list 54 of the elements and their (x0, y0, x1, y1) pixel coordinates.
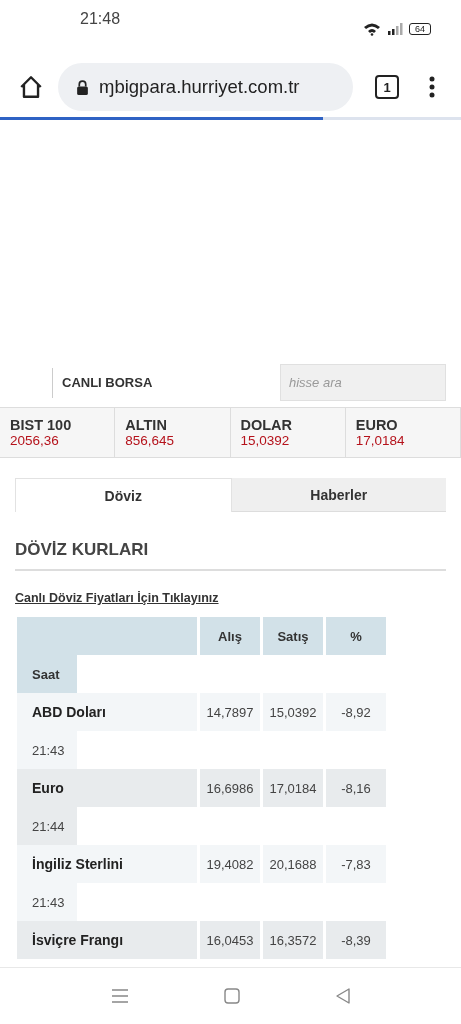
ticker-value: 17,0184 (355, 433, 406, 448)
ticker-value: 2056,36 (10, 433, 60, 448)
table-cell: 19,4082 (200, 845, 260, 883)
column-header: Satış (263, 617, 323, 655)
table-cell: 16,0453 (200, 921, 260, 959)
time-cell: 21:44 (17, 807, 77, 845)
tab[interactable]: Döviz (15, 478, 232, 512)
table-cell: 16,3572 (263, 921, 323, 959)
home-button-icon[interactable] (223, 988, 240, 1004)
currency-name: İsviçre Frangı (17, 921, 197, 959)
ticker-value: 856,645 (125, 433, 176, 448)
tab[interactable]: Haberler (231, 478, 446, 512)
lock-icon (76, 79, 89, 95)
ticker-card[interactable]: ALTIN 856,645 (115, 408, 231, 457)
recent-apps-icon[interactable] (110, 988, 129, 1004)
signal-icon (387, 23, 403, 35)
ticker-card[interactable]: BIST 100 2056,36 (0, 408, 116, 457)
ticker-card[interactable]: EURO 17,0184 (345, 408, 461, 457)
currency-name: Euro (17, 769, 197, 807)
search-field[interactable]: hisse ara (280, 364, 446, 401)
section-title: CANLI BORSA (62, 375, 153, 390)
home-icon[interactable] (18, 74, 44, 100)
ticker-name: BIST 100 (10, 417, 73, 433)
ticker-name: DOLAR (240, 417, 294, 433)
currency-name: ABD Doları (17, 693, 197, 731)
table-cell: 17,0184 (263, 769, 323, 807)
table-cell: -8,16 (326, 769, 386, 807)
ticker-name: EURO (355, 417, 399, 433)
status-time: 21:48 (79, 10, 122, 29)
address-bar[interactable]: ɱbigpara.hurriyet.com.tr (58, 63, 353, 111)
url-text: ɱbigpara.hurriyet.com.tr (99, 76, 300, 98)
table-cell: -7,83 (326, 845, 386, 883)
time-cell: 21:43 (17, 731, 77, 769)
section-heading: DÖVİZ KURLARI (15, 540, 150, 560)
column-header: Alış (200, 617, 260, 655)
table-cell: 15,0392 (263, 693, 323, 731)
currency-name: İngiliz Sterlini (17, 845, 197, 883)
live-prices-link[interactable]: Canlı Döviz Fiyatları İçin Tıklayınız (15, 591, 219, 605)
back-icon[interactable] (334, 988, 351, 1004)
column-header: Saat (17, 655, 77, 693)
ticker-card[interactable]: DOLAR 15,0392 (230, 408, 346, 457)
table-cell: -8,92 (326, 693, 386, 731)
column-header: % (326, 617, 386, 655)
menu-icon[interactable] (429, 75, 435, 99)
ticker-value: 15,0392 (240, 433, 291, 448)
time-cell: 21:43 (17, 883, 77, 921)
ticker-name: ALTIN (125, 417, 168, 433)
battery-indicator: 64 (409, 23, 431, 35)
table-cell: -8,39 (326, 921, 386, 959)
table-cell: 20,1688 (263, 845, 323, 883)
wifi-icon (363, 22, 381, 36)
tab-switcher-button[interactable]: 1 (375, 75, 399, 99)
table-cell: 16,6986 (200, 769, 260, 807)
table-cell: 14,7897 (200, 693, 260, 731)
